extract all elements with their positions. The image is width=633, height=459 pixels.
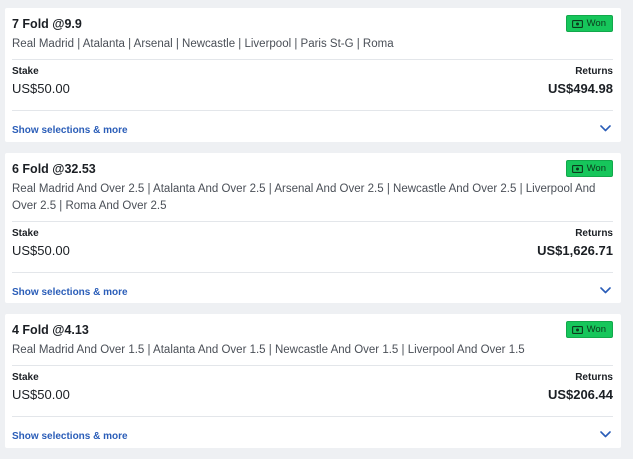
stake-returns-row: Stake US$50.00 Returns US$206.44 <box>5 366 621 410</box>
cash-icon <box>571 19 583 28</box>
stake-label: Stake <box>12 228 39 239</box>
status-badge-label: Won <box>586 163 606 174</box>
show-selections-row[interactable]: Show selections & more <box>5 417 621 455</box>
show-selections-link[interactable]: Show selections & more <box>12 287 128 298</box>
chevron-down-icon[interactable] <box>600 287 611 294</box>
bet-selections: Real Madrid And Over 2.5 | Atalanta And … <box>12 183 596 212</box>
bet-card: 6 Fold @32.53 Won Real Madrid And Over 2… <box>5 153 621 303</box>
returns-value: US$206.44 <box>547 387 613 402</box>
bet-card: 7 Fold @9.9 Won Real Madrid | Atalanta |… <box>5 8 621 142</box>
stake-value: US$50.00 <box>12 243 70 258</box>
chevron-down-icon[interactable] <box>600 431 611 438</box>
bet-header: 7 Fold @9.9 Won Real Madrid | Atalanta |… <box>5 8 621 53</box>
status-badge-label: Won <box>586 324 606 335</box>
stake-returns-row: Stake US$50.00 Returns US$494.98 <box>5 60 621 104</box>
bet-header: 4 Fold @4.13 Won Real Madrid And Over 1.… <box>5 314 621 359</box>
returns-block: Returns US$206.44 <box>548 372 613 402</box>
bet-title: 4 Fold @4.13 <box>12 323 89 337</box>
chevron-down-icon[interactable] <box>600 125 611 132</box>
show-selections-row[interactable]: Show selections & more <box>5 273 621 311</box>
returns-label: Returns <box>575 66 613 77</box>
status-badge-label: Won <box>586 18 606 29</box>
bet-title: 7 Fold @9.9 <box>12 17 82 31</box>
bet-card: 4 Fold @4.13 Won Real Madrid And Over 1.… <box>5 314 621 448</box>
bet-title: 6 Fold @32.53 <box>12 162 96 176</box>
show-selections-link[interactable]: Show selections & more <box>12 125 128 136</box>
stake-returns-row: Stake US$50.00 Returns US$1,626.71 <box>5 222 621 266</box>
stake-label: Stake <box>12 372 39 383</box>
cash-icon <box>571 325 583 334</box>
status-badge: Won <box>565 15 613 32</box>
returns-block: Returns US$1,626.71 <box>537 228 613 258</box>
bet-selections: Real Madrid | Atalanta | Arsenal | Newca… <box>12 38 394 50</box>
returns-block: Returns US$494.98 <box>548 66 613 96</box>
show-selections-row[interactable]: Show selections & more <box>5 111 621 149</box>
bet-header: 6 Fold @32.53 Won Real Madrid And Over 2… <box>5 153 621 215</box>
cash-icon <box>571 164 583 173</box>
bet-selections: Real Madrid And Over 1.5 | Atalanta And … <box>12 344 525 356</box>
stake-value: US$50.00 <box>12 81 70 96</box>
stake-label: Stake <box>12 66 39 77</box>
show-selections-link[interactable]: Show selections & more <box>12 431 128 442</box>
status-badge: Won <box>565 160 613 177</box>
returns-label: Returns <box>575 372 613 383</box>
stake-value: US$50.00 <box>12 387 70 402</box>
returns-value: US$1,626.71 <box>537 243 613 258</box>
returns-value: US$494.98 <box>547 81 613 96</box>
returns-label: Returns <box>575 228 613 239</box>
status-badge: Won <box>565 321 613 338</box>
